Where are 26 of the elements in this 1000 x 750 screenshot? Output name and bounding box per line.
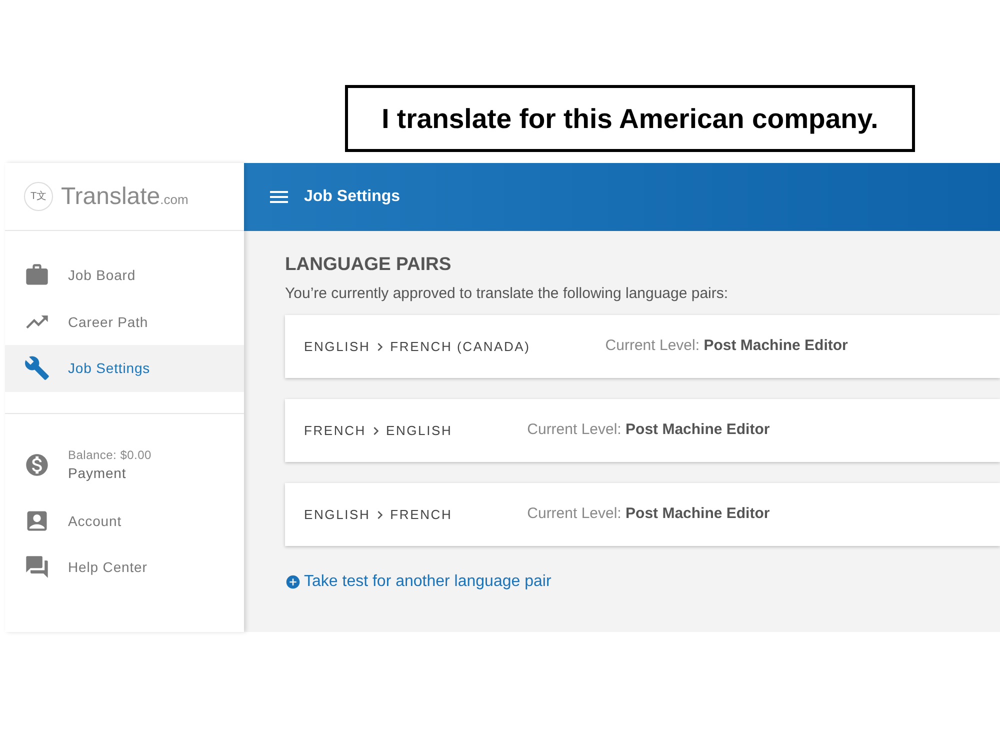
current-level-text: Current Level: Post Machine Editor: [527, 504, 770, 524]
sidebar-nav-item[interactable]: Balance: $0.00 Payment: [5, 432, 244, 498]
dollar-coin-icon: [24, 452, 50, 478]
target-language: FRENCH: [390, 506, 452, 524]
caption-callout: I translate for this American company.: [345, 85, 915, 152]
section-heading: LANGUAGE PAIRS: [285, 252, 452, 276]
sidebar-nav-item[interactable]: Job Settings: [5, 345, 244, 392]
source-language: FRENCH: [304, 422, 366, 440]
current-level-text: Current Level: Post Machine Editor: [605, 336, 848, 356]
source-language: ENGLISH: [304, 338, 370, 356]
balance-text: Balance: $0.00: [68, 447, 152, 463]
current-level-text: Current Level: Post Machine Editor: [527, 420, 770, 440]
sidebar-nav-item[interactable]: Career Path: [5, 298, 244, 345]
sidebar-nav-item[interactable]: Account: [5, 498, 244, 544]
page-title: Job Settings: [304, 187, 400, 207]
logo-wordmark: Translate.com: [61, 184, 188, 208]
add-language-pair-link[interactable]: Take test for another language pair: [285, 570, 552, 594]
target-language: ENGLISH: [386, 422, 452, 440]
source-language: ENGLISH: [304, 506, 370, 524]
globe-logo-mark: T文: [24, 182, 53, 211]
section-description: You’re currently approved to translate the following language pairs:: [285, 284, 730, 304]
sidebar-nav-item[interactable]: Help Center: [5, 544, 244, 590]
target-language: FRENCH (CANADA): [390, 338, 530, 356]
wrench-icon: [24, 355, 50, 382]
chat-bubbles-icon: [24, 554, 50, 580]
sidebar-nav-item[interactable]: Job Board: [5, 252, 244, 298]
